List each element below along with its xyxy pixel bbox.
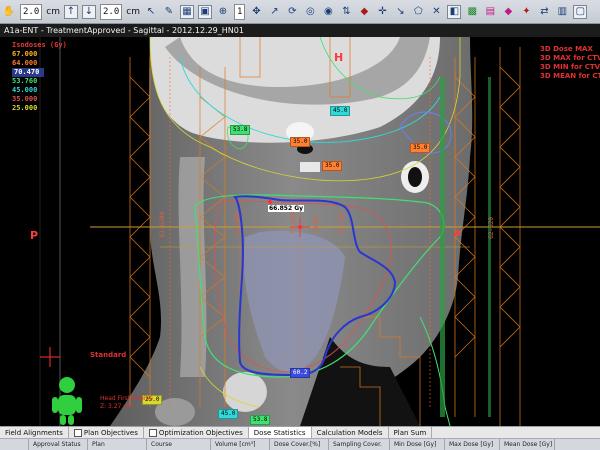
- dose-label: 53.8: [250, 415, 271, 425]
- move-icon[interactable]: ✥: [249, 5, 263, 19]
- planning-window: ✋ 2.0 cm ↑ ↓ 2.0 cm ↖ ✎ ▦ ▣ ⊕ 1 ✥ ↗ ⟳ ◎ …: [0, 0, 600, 450]
- rotate-icon[interactable]: ⟳: [285, 5, 299, 19]
- dose-label: 35.0: [290, 137, 311, 147]
- dose-info-line: 3D Dose MAX: [540, 45, 593, 53]
- dose-label: 60.2: [290, 368, 311, 378]
- dose-info-line: 3D MAX for CTV: [540, 54, 600, 62]
- patient-position-info: Head First-Supine Z: 3.27 cm: [100, 395, 153, 411]
- arrow-down-icon[interactable]: ↓: [81, 4, 96, 19]
- table-icon[interactable]: ▥: [555, 5, 569, 19]
- column-header[interactable]: Plan: [88, 439, 147, 450]
- view-icon[interactable]: ◧: [447, 4, 462, 19]
- field-label: P2-G40: [234, 212, 241, 234]
- checkbox[interactable]: [73, 429, 82, 437]
- patient-position: Head First-Supine: [100, 395, 153, 402]
- compare-icon[interactable]: ⇄: [537, 5, 551, 19]
- grid-size-field[interactable]: 2.0: [20, 3, 43, 20]
- window-icon[interactable]: ▢: [573, 4, 588, 19]
- shape-icon[interactable]: ⬠: [411, 5, 425, 19]
- column-header[interactable]: Course: [147, 439, 211, 450]
- dose-info-line: 3D MIN for CTV: [540, 63, 600, 71]
- slice-position: Z: 3.27 cm: [100, 403, 133, 410]
- tab-label: Optimization Objectives: [158, 429, 243, 437]
- isodose-level[interactable]: 67.000: [12, 50, 67, 59]
- view-title: A1a-ENT - TreatmentApproved - Sagittal -…: [0, 24, 600, 37]
- dose-label: 45.0: [330, 106, 351, 116]
- structure-icon[interactable]: ▩: [465, 5, 479, 19]
- beam-icon[interactable]: ✦: [519, 5, 533, 19]
- column-header[interactable]: Mean Dose [Gy]: [500, 439, 555, 450]
- isodose-level[interactable]: 35.000: [12, 95, 67, 104]
- field-label: G2-G20: [488, 217, 495, 239]
- image-icon[interactable]: ▣: [197, 4, 212, 19]
- cursor-icon[interactable]: ↘: [393, 5, 407, 19]
- sync-icon[interactable]: ◎: [303, 5, 317, 19]
- tab-label: Field Alignments: [5, 429, 63, 437]
- isodose-level[interactable]: 53.760: [12, 77, 67, 86]
- orbit-icon[interactable]: ◉: [321, 5, 335, 19]
- pointer-icon[interactable]: ↖: [144, 5, 158, 19]
- point-dose-label: 66.852 Gy: [268, 205, 305, 212]
- target-icon[interactable]: ✛: [375, 5, 389, 19]
- dose-statistics-header: Approval Status Plan Course Volume [cm³]…: [0, 438, 600, 450]
- column-header[interactable]: Dose Cover.[%]: [270, 439, 329, 450]
- dose-icon[interactable]: ▤: [483, 5, 497, 19]
- field-label: G1-C40: [338, 212, 345, 234]
- isodose-level[interactable]: 45.000: [12, 86, 67, 95]
- column-header[interactable]: Max Dose [Gy]: [445, 439, 500, 450]
- orientation-anterior: A: [454, 229, 461, 239]
- orientation-posterior: P: [30, 229, 39, 242]
- hand-icon[interactable]: ✋: [2, 5, 16, 19]
- field-label: P2-G20: [290, 212, 297, 234]
- flip-icon[interactable]: ⇅: [339, 5, 353, 19]
- isodose-level-selected[interactable]: 70.470: [12, 68, 44, 77]
- page-field[interactable]: 1: [233, 3, 246, 20]
- dose-label: 45.0: [218, 409, 239, 419]
- cross-icon[interactable]: ✕: [429, 5, 443, 19]
- tab-label: Calculation Models: [316, 429, 383, 437]
- column-header[interactable]: Approval Status: [29, 439, 88, 450]
- field-label: G1-G200: [159, 212, 166, 238]
- sagittal-view[interactable]: Isodoses (Gy) 67.000 64.000 70.470 53.76…: [0, 37, 600, 426]
- arrow-up-icon[interactable]: ↑: [63, 4, 78, 19]
- column-header[interactable]: Min Dose [Gy]: [390, 439, 445, 450]
- tab-label: Plan Sum: [393, 429, 427, 437]
- isodose-level[interactable]: 64.000: [12, 59, 67, 68]
- dose-label: 35.0: [322, 161, 343, 171]
- marker-icon[interactable]: ◆: [357, 5, 371, 19]
- step-size-field[interactable]: 2.0: [99, 3, 123, 20]
- isodose-legend: Isodoses (Gy) 67.000 64.000 70.470 53.76…: [12, 41, 67, 113]
- isodose-header: Isodoses (Gy): [12, 41, 67, 49]
- dose-label: 53.8: [230, 125, 251, 135]
- grid-size-unit: cm: [46, 6, 60, 17]
- field-label: BEAM: [313, 217, 320, 232]
- standard-label: Standard: [90, 351, 127, 359]
- column-header[interactable]: Sampling Cover.: [329, 439, 390, 450]
- dose-info-line: 3D MEAN for CTV: [540, 72, 600, 80]
- layout-icon[interactable]: ▦: [179, 4, 194, 19]
- measure-icon[interactable]: ↗: [267, 5, 281, 19]
- wand-icon[interactable]: ✎: [162, 5, 176, 19]
- orientation-head: H: [334, 51, 344, 64]
- isodose-level[interactable]: 25.000: [12, 104, 67, 113]
- tab-label: Dose Statistics: [253, 429, 306, 437]
- toolbar: ✋ 2.0 cm ↑ ↓ 2.0 cm ↖ ✎ ▦ ▣ ⊕ 1 ✥ ↗ ⟳ ◎ …: [0, 0, 600, 24]
- column-header[interactable]: [0, 439, 29, 450]
- contour-icon[interactable]: ◆: [501, 5, 515, 19]
- patient-orientation-icon: [52, 377, 82, 425]
- column-header[interactable]: Volume [cm³]: [211, 439, 270, 450]
- step-size-unit: cm: [126, 6, 140, 17]
- zoom-icon[interactable]: ⊕: [216, 5, 230, 19]
- tab-label: Plan Objectives: [83, 429, 138, 437]
- dose-info-panel: 3D Dose MAX 3D MAX for CTV 3D MIN for CT…: [540, 45, 600, 81]
- checkbox[interactable]: [148, 429, 157, 437]
- dose-label: 35.0: [410, 143, 431, 153]
